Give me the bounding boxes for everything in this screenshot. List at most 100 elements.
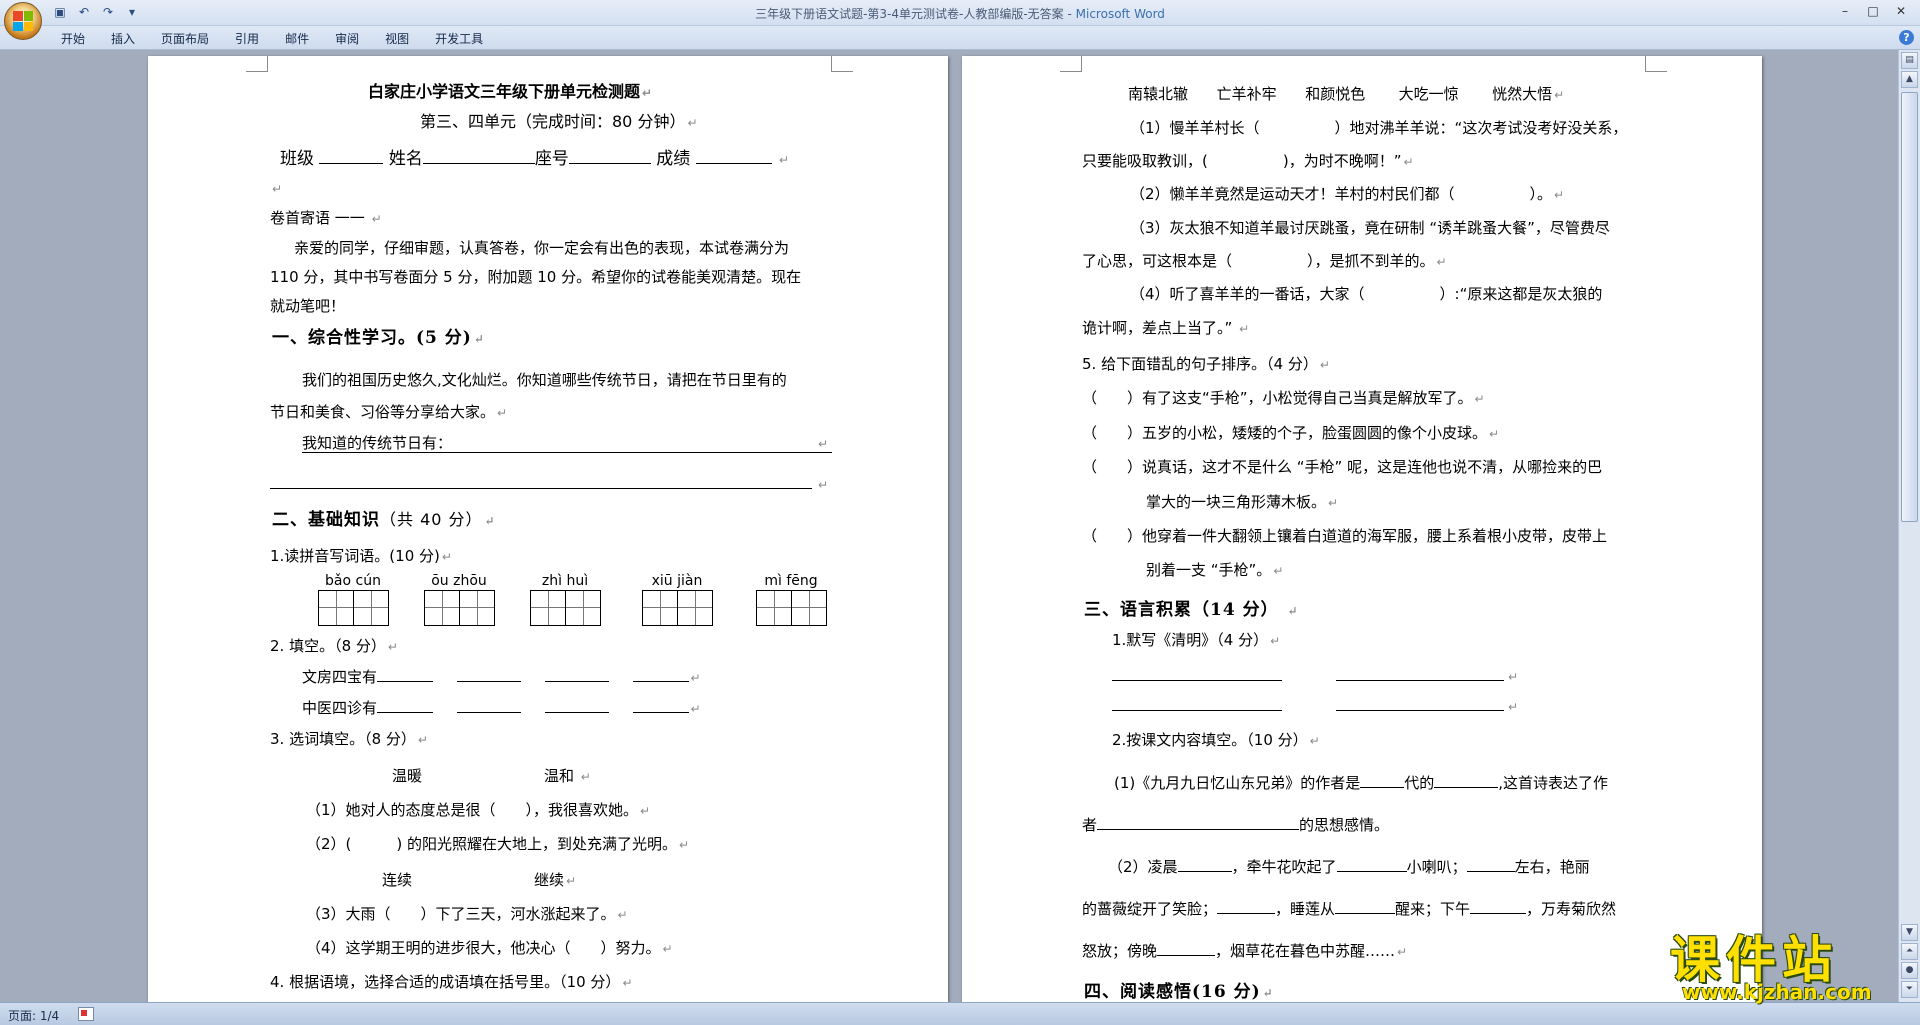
tab-view[interactable]: 视图 (372, 30, 422, 48)
previous-page-icon[interactable]: ⏶ (1901, 943, 1918, 960)
answer-line (1336, 710, 1504, 711)
idiom-list: 南辕北辙 亡羊补牢 和颜悦色 大吃一惊 恍然大悟 ↵ (1128, 85, 1565, 103)
writing-box[interactable] (565, 590, 601, 626)
ribbon-tabs: 开始 插入 页面布局 引用 邮件 审阅 视图 开发工具 (48, 30, 496, 48)
question-item: （2）懒羊羊竟然是运动天才！羊村的村民们都（ ）。 ↵ (1130, 185, 1565, 203)
help-icon[interactable]: ? (1899, 30, 1914, 45)
ordering-item: （ ）他穿着一件大翻领上镶着白道道的海军服，腰上系着根小皮带，皮带上 (1082, 527, 1608, 545)
crop-mark (1645, 56, 1667, 72)
ordering-item: （ ）五岁的小松，矮矮的个子，脸蛋圆圆的像个小皮球。 ↵ (1082, 424, 1500, 442)
writing-box[interactable] (642, 590, 678, 626)
window-controls: – □ ✕ (1832, 2, 1914, 20)
scroll-up-icon[interactable]: ▲ (1901, 71, 1918, 88)
question-item: 了心思，可这根本是（ ），是抓不到羊的。 ↵ (1082, 252, 1447, 270)
document-workspace: 白家庄小学语文三年级下册单元检测题 ↵ 第三、四单元（完成时间：80 分钟） ↵ 班… (0, 50, 1898, 1002)
writing-box[interactable] (530, 590, 566, 626)
section-1-text: 节日和美食、习俗等分享给大家。 ↵ (270, 403, 508, 421)
question-item: （4）这学期王明的进步很大，他决心（ ）努力。 ↵ (306, 939, 673, 957)
preface-text: 亲爱的同学，仔细审题，认真答卷，你一定会有出色的表现，本试卷满分为 (294, 239, 790, 257)
student-info-line: 班级 姓名 座号 成绩 ↵ (280, 149, 790, 169)
question-2: 2. 填空。（8 分） ↵ (270, 637, 398, 655)
fill-in-item: 怒放；傍晚 ，烟草花在暮色中苏醒…… ↵ (1082, 942, 1408, 960)
answer-line (1112, 710, 1282, 711)
preface-text: 就动笔吧！ (270, 297, 346, 315)
ruler-toggle-icon[interactable]: ▤ (1901, 52, 1918, 69)
question-item: （2）( ) 的阳光照耀在大地上，到处充满了光明。 ↵ (306, 835, 690, 853)
vertical-scrollbar[interactable]: ▤ ▲ ▼ ⏶ ● ⏷ (1898, 50, 1920, 1002)
crop-mark (1060, 56, 1082, 72)
question-5: 5. 给下面错乱的句子排序。（4 分） ↵ (1082, 355, 1330, 373)
question-s3-2: 2.按课文内容填空。（10 分） ↵ (1112, 731, 1320, 749)
tab-review[interactable]: 审阅 (322, 30, 372, 48)
section-4-title: 四、阅读感悟(16 分) ↵ (1084, 982, 1274, 1002)
document-page-1[interactable]: 白家庄小学语文三年级下册单元检测题 ↵ 第三、四单元（完成时间：80 分钟） ↵ 班… (148, 56, 948, 1002)
answer-line (1336, 680, 1504, 681)
writing-box[interactable] (424, 590, 460, 626)
document-page-2[interactable]: 南辕北辙 亡羊补牢 和颜悦色 大吃一惊 恍然大悟 ↵ （1）慢羊羊村长（ ）地对沸… (962, 56, 1762, 1002)
pinyin-group: zhì huì (530, 572, 601, 626)
pinyin-group: bǎo cún (318, 572, 389, 626)
watermark-logo: 课件站 www.kjzhan.com (1660, 920, 1900, 1006)
tab-developer[interactable]: 开发工具 (422, 30, 496, 48)
scroll-down-icon[interactable]: ▼ (1901, 924, 1918, 941)
office-logo-icon (13, 11, 33, 31)
ordering-item: （ ）有了这支“手枪”，小松觉得自己当真是解放军了。 ↵ (1082, 389, 1485, 407)
writing-box[interactable] (353, 590, 389, 626)
writing-box[interactable] (791, 590, 827, 626)
exam-subtitle: 第三、四单元（完成时间：80 分钟） ↵ (420, 112, 698, 131)
fill-in-item: （2）凌晨 ，牵牛花吹起了 小喇叭； 左右，艳丽 (1108, 858, 1590, 876)
proofing-icon[interactable] (78, 1007, 94, 1021)
question-item: （3）大雨（ ）下了三天，河水涨起来了。 ↵ (306, 905, 628, 923)
crop-mark (831, 56, 853, 72)
question-item: （3）灰太狼不知道羊最讨厌跳蚤，竟在研制 “诱羊跳蚤大餐”，尽管费尽 (1130, 219, 1610, 237)
tab-home[interactable]: 开始 (48, 30, 98, 48)
pinyin-group: ōu zhōu (424, 572, 495, 626)
ordering-item: （ ）说真话，这才不是什么 “手枪” 呢，这是连他也说不清，从哪捡来的巴 (1082, 458, 1603, 476)
close-icon[interactable]: ✕ (1888, 2, 1914, 20)
ordering-item: 别着一支 “手枪”。 ↵ (1146, 561, 1284, 579)
writing-box[interactable] (318, 590, 354, 626)
question-item: （4）听了喜羊羊的一番话，大家（ ）:“原来这都是灰太狼的 (1130, 285, 1603, 303)
exam-title: 白家庄小学语文三年级下册单元检测题 ↵ (368, 82, 653, 101)
tab-references[interactable]: 引用 (222, 30, 272, 48)
fill-in-item: 的蔷薇绽开了笑脸； ，睡莲从 醒来；下午 ，万寿菊欣然 (1082, 900, 1617, 918)
tab-mailings[interactable]: 邮件 (272, 30, 322, 48)
title-bar: ▣ ↶ ↷ ▾ 三年级下册语文试题-第3-4单元测试卷-人教部编版-无答案 - … (0, 0, 1920, 40)
question-item: 只要能吸取教训，( )，为时不晚啊！” ↵ (1082, 152, 1414, 170)
minimize-icon[interactable]: – (1832, 2, 1858, 20)
word-choice: 连续 (382, 871, 413, 889)
question-1: 1.读拼音写词语。(10 分) ↵ (270, 547, 452, 565)
pinyin-group: mì fēng (756, 572, 827, 626)
crop-mark (246, 56, 268, 72)
writing-box[interactable] (459, 590, 495, 626)
tab-insert[interactable]: 插入 (98, 30, 148, 48)
question-3: 3. 选词填空。（8 分） ↵ (270, 730, 428, 748)
window-title: 三年级下册语文试题-第3-4单元测试卷-人教部编版-无答案 - Microsof… (755, 7, 1165, 21)
writing-box[interactable] (756, 590, 792, 626)
festival-prompt: 我知道的传统节日有： (302, 434, 453, 452)
pinyin-group: xiū jiàn (642, 572, 713, 626)
watermark-url: www.kjzhan.com (1682, 980, 1872, 1004)
fill-in-item: (1)《九月九日忆山东兄弟》的作者是 代的 ,这首诗表达了作 (1114, 774, 1609, 792)
question-item: （1）慢羊羊村长（ ）地对沸羊羊说：“这次考试没考好没关系， (1130, 119, 1628, 137)
answer-line (270, 488, 812, 489)
fill-line: 文房四宝有 ↵ (302, 668, 701, 686)
answer-line (1112, 680, 1282, 681)
maximize-icon[interactable]: □ (1860, 2, 1886, 20)
status-bar: 页面: 1/4 (0, 1002, 1920, 1025)
question-s3-1: 1.默写《清明》（4 分） ↵ (1112, 631, 1281, 649)
question-4: 4. 根据语境，选择合适的成语填在括号里。（10 分） ↵ (270, 973, 633, 991)
writing-box[interactable] (677, 590, 713, 626)
preface-heading: 卷首寄语 一一 ↵ (270, 209, 382, 227)
tab-page-layout[interactable]: 页面布局 (148, 30, 222, 48)
page-indicator[interactable]: 页面: 1/4 (8, 1007, 59, 1024)
browse-object-icon[interactable]: ● (1901, 962, 1918, 979)
ribbon: 开始 插入 页面布局 引用 邮件 审阅 视图 开发工具 ? (0, 26, 1920, 50)
word-choice: 温和 ↵ (544, 767, 591, 785)
office-button[interactable] (4, 2, 42, 40)
question-item: 诡计啊，差点上当了。” ↵ (1082, 319, 1250, 337)
preface-text: 110 分，其中书写卷面分 5 分，附加题 10 分。希望你的试卷能美观清楚。现… (270, 268, 802, 286)
scroll-thumb[interactable] (1901, 92, 1918, 522)
next-page-icon[interactable]: ⏷ (1901, 981, 1918, 998)
section-2-title: 二、基础知识（共 40 分） ↵ (272, 510, 496, 530)
